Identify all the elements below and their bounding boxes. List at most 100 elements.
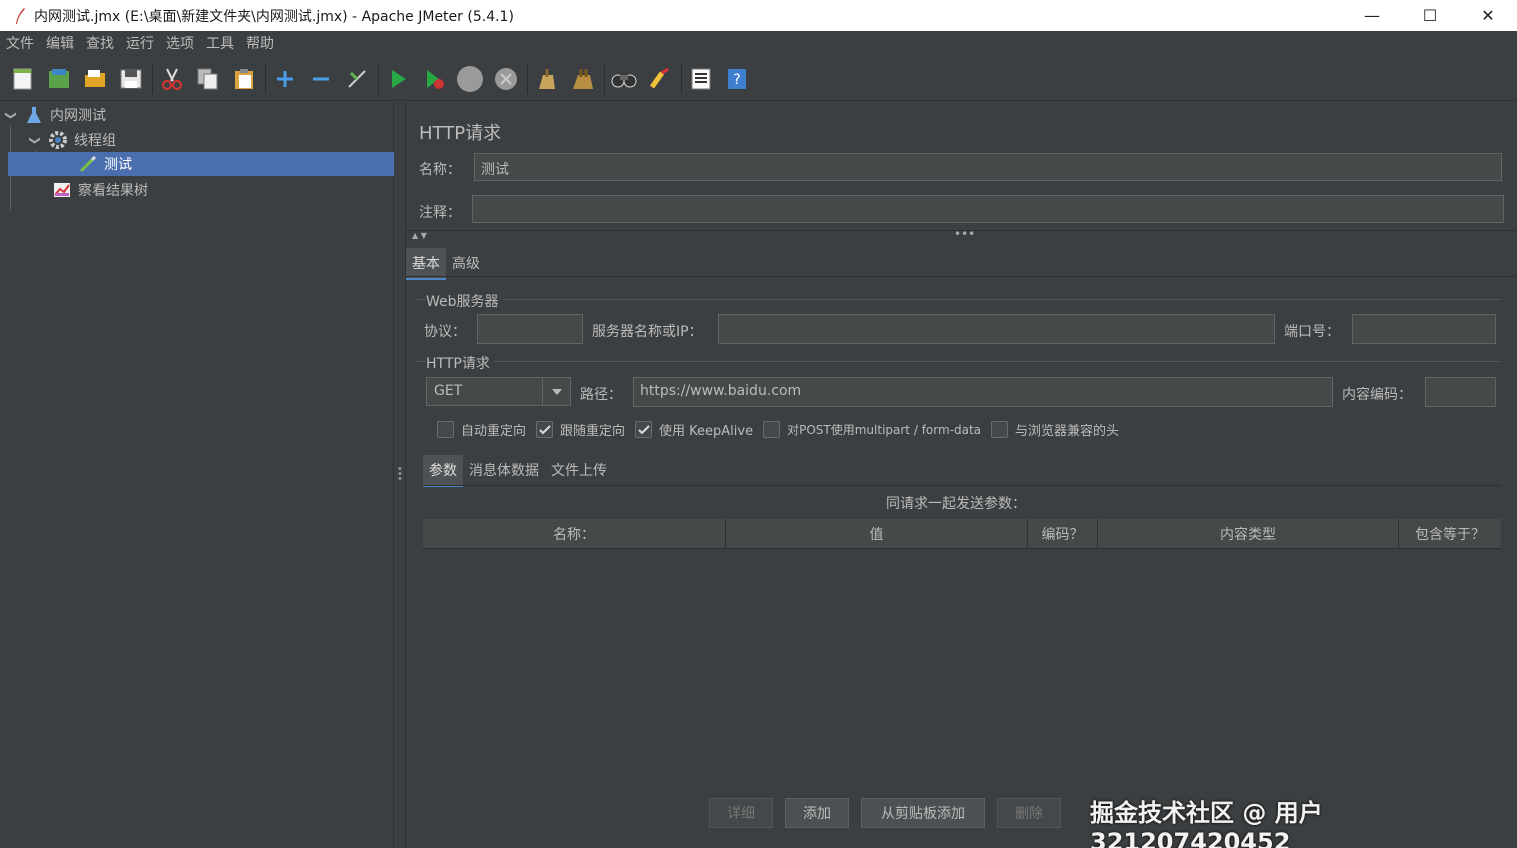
column-value[interactable]: 值 bbox=[726, 519, 1028, 549]
toolbar-separator bbox=[527, 63, 528, 94]
add-from-clipboard-button[interactable]: 从剪贴板添加 bbox=[861, 798, 985, 828]
collapse-arrows-icon[interactable]: ▲ ▼ bbox=[412, 231, 427, 240]
delete-button[interactable]: 删除 bbox=[997, 798, 1061, 828]
tab-parameters[interactable]: 参数 bbox=[423, 455, 463, 487]
copy-icon[interactable] bbox=[193, 64, 223, 94]
protocol-field[interactable] bbox=[477, 314, 583, 344]
templates-icon[interactable] bbox=[44, 64, 74, 94]
new-icon[interactable] bbox=[8, 64, 38, 94]
toolbar: ? bbox=[0, 57, 1517, 101]
request-body-tabs: 参数 消息体数据 文件上传 bbox=[423, 455, 613, 487]
menu-run[interactable]: 运行 bbox=[126, 33, 154, 53]
column-content-type[interactable]: 内容类型 bbox=[1098, 519, 1399, 549]
name-label: 名称： bbox=[419, 162, 461, 178]
server-field[interactable] bbox=[718, 314, 1275, 344]
title-bar: 内网测试.jmx (E:\桌面\新建文件夹\内网测试.jmx) - Apache… bbox=[0, 0, 1517, 31]
start-icon[interactable] bbox=[383, 64, 413, 94]
expand-icon[interactable] bbox=[270, 64, 300, 94]
clear-icon[interactable] bbox=[532, 64, 562, 94]
toggle-icon[interactable] bbox=[342, 64, 372, 94]
check-icon bbox=[637, 424, 650, 434]
gear-icon bbox=[48, 130, 68, 150]
minimize-button[interactable]: — bbox=[1343, 0, 1401, 31]
comment-label: 注释： bbox=[419, 205, 461, 221]
toolbar-separator bbox=[265, 63, 266, 94]
add-button[interactable]: 添加 bbox=[785, 798, 849, 828]
checkbox-label: 对POST使用multipart / form-data bbox=[787, 423, 982, 437]
checkbox-box[interactable] bbox=[536, 421, 554, 438]
tree-node-label: 察看结果树 bbox=[78, 183, 148, 199]
cut-icon[interactable] bbox=[157, 64, 187, 94]
menu-tools[interactable]: 工具 bbox=[206, 33, 234, 53]
tree-node-thread-group[interactable]: ❯ 线程组 bbox=[28, 128, 394, 152]
parameter-buttons: 详细 添加 从剪贴板添加 删除 bbox=[709, 798, 1073, 828]
column-include-equals[interactable]: 包含等于？ bbox=[1399, 519, 1501, 549]
checkbox-box[interactable] bbox=[991, 421, 1009, 438]
paste-icon[interactable] bbox=[229, 64, 259, 94]
parameters-caption: 同请求一起发送参数： bbox=[886, 496, 1026, 512]
menu-edit[interactable]: 编辑 bbox=[46, 33, 74, 53]
group-border bbox=[416, 361, 1501, 362]
check-icon bbox=[538, 424, 551, 434]
split-pane-divider[interactable]: • • • bbox=[394, 102, 406, 848]
tree-node-test-plan[interactable]: ❯ 内网测试 bbox=[4, 103, 394, 127]
function-helper-icon[interactable] bbox=[686, 64, 716, 94]
tabs-divider bbox=[423, 485, 1501, 486]
watermark: 掘金技术社区 @ 用户321207420452 bbox=[1090, 799, 1323, 848]
close-button[interactable]: ✕ bbox=[1459, 0, 1517, 31]
tree-node-http-sampler[interactable]: 测试 bbox=[8, 152, 394, 176]
checkbox-label: 与浏览器兼容的头 bbox=[1015, 424, 1120, 439]
checkbox-box[interactable] bbox=[437, 421, 454, 438]
checkbox-keepalive[interactable]: 使用 KeepAlive bbox=[635, 420, 753, 439]
web-server-group-title: Web服务器 bbox=[426, 291, 503, 311]
checkbox-browser-compatible-headers[interactable]: 与浏览器兼容的头 bbox=[991, 420, 1119, 439]
menu-help[interactable]: 帮助 bbox=[246, 33, 274, 53]
tree-node-label: 内网测试 bbox=[50, 108, 106, 124]
start-no-timers-icon[interactable] bbox=[419, 64, 449, 94]
clear-all-icon[interactable] bbox=[568, 64, 598, 94]
method-select[interactable]: GET bbox=[426, 377, 571, 406]
checkbox-multipart[interactable]: 对POST使用multipart / form-data bbox=[763, 421, 981, 438]
checkbox-box[interactable] bbox=[635, 421, 653, 438]
pipette-icon bbox=[78, 154, 98, 174]
group-border bbox=[416, 299, 1501, 300]
tab-body-data[interactable]: 消息体数据 bbox=[463, 455, 545, 487]
more-dots-icon[interactable]: ••• bbox=[954, 227, 975, 241]
drag-handle-icon[interactable]: • • • bbox=[397, 465, 403, 485]
collapse-bar[interactable]: ▲ ▼ ••• bbox=[406, 227, 1517, 242]
content-encoding-field[interactable] bbox=[1425, 377, 1496, 407]
save-icon[interactable] bbox=[116, 64, 146, 94]
content-encoding-label: 内容编码： bbox=[1342, 387, 1412, 403]
chevron-down-icon[interactable]: ❯ bbox=[29, 133, 42, 147]
toolbar-separator bbox=[604, 63, 605, 94]
comment-field[interactable] bbox=[472, 195, 1504, 223]
tree-node-view-results-tree[interactable]: 察看结果树 bbox=[52, 178, 394, 202]
tree-node-label: 测试 bbox=[104, 157, 132, 173]
open-icon[interactable] bbox=[80, 64, 110, 94]
chevron-down-icon[interactable]: ❯ bbox=[5, 108, 18, 122]
toolbar-separator bbox=[378, 63, 379, 94]
path-field[interactable]: https://www.baidu.com bbox=[633, 377, 1333, 407]
chevron-down-icon[interactable] bbox=[542, 378, 570, 405]
menu-search[interactable]: 查找 bbox=[86, 33, 114, 53]
search-icon[interactable] bbox=[609, 64, 639, 94]
checkbox-auto-redirect[interactable]: 自动重定向 bbox=[437, 420, 526, 439]
collapse-icon[interactable] bbox=[306, 64, 336, 94]
name-field[interactable]: 测试 bbox=[474, 153, 1502, 181]
menu-options[interactable]: 选项 bbox=[166, 33, 194, 53]
port-field[interactable] bbox=[1352, 314, 1496, 344]
menu-file[interactable]: 文件 bbox=[6, 33, 34, 53]
column-name[interactable]: 名称： bbox=[423, 519, 726, 549]
toolbar-separator bbox=[152, 63, 153, 94]
tab-files-upload[interactable]: 文件上传 bbox=[545, 455, 613, 487]
checkbox-box[interactable] bbox=[763, 421, 781, 438]
column-encode[interactable]: 编码？ bbox=[1028, 519, 1098, 549]
reset-search-icon[interactable] bbox=[645, 64, 675, 94]
stop-icon[interactable] bbox=[455, 64, 485, 94]
checkbox-follow-redirects[interactable]: 跟随重定向 bbox=[536, 420, 625, 439]
tabs-divider bbox=[406, 276, 1517, 277]
shutdown-icon[interactable] bbox=[491, 64, 521, 94]
detail-button[interactable]: 详细 bbox=[709, 798, 773, 828]
maximize-button[interactable]: ☐ bbox=[1401, 0, 1459, 31]
help-icon[interactable]: ? bbox=[722, 64, 752, 94]
